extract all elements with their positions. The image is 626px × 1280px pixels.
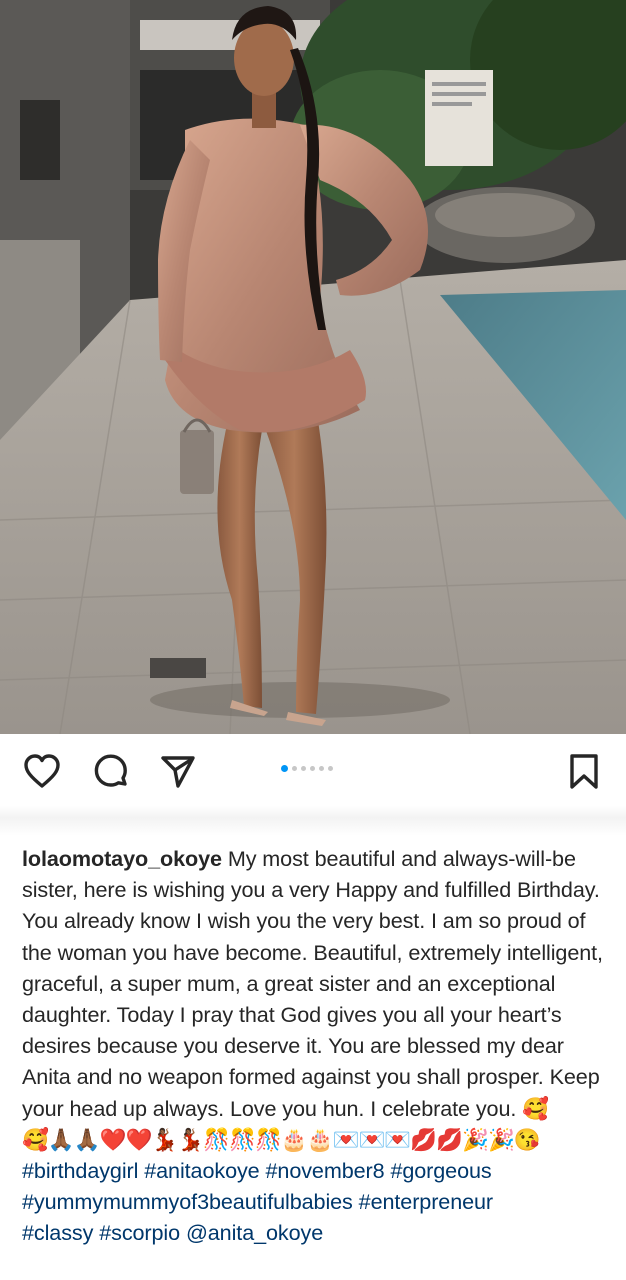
carousel-dot xyxy=(319,765,324,771)
caption-emoji-line: 🥰🙏🏾🙏🏾❤️❤️💃🏾💃🏾🎊🎊🎊🎂🎂💌💌💌💋💋🎉🎉😘 xyxy=(22,1126,541,1152)
heart-icon[interactable] xyxy=(22,752,62,792)
bookmark-icon[interactable] xyxy=(564,752,604,792)
comment-icon[interactable] xyxy=(91,752,131,792)
carousel-dot xyxy=(328,765,333,771)
post-photo[interactable] xyxy=(0,0,626,734)
mention-anita-okoye[interactable]: @anita_okoye xyxy=(186,1220,323,1245)
hashtag-scorpio[interactable]: #scorpio xyxy=(99,1220,180,1245)
carousel-dot xyxy=(310,765,315,771)
hashtag-anitaokoye[interactable]: #anitaokoye xyxy=(144,1158,259,1183)
caption-text: My most beautiful and always-will-be sis… xyxy=(22,846,603,1121)
post-photo-image xyxy=(0,0,626,734)
caption-username[interactable]: lolaomotayo_okoye xyxy=(22,846,222,871)
carousel-indicator xyxy=(281,763,333,773)
hashtag-enterpreneur[interactable]: #enterpreneur xyxy=(359,1189,493,1214)
hashtag-yummymummy[interactable]: #yummymummyof3beautifulbabies xyxy=(22,1189,353,1214)
carousel-dot-active xyxy=(281,764,288,772)
carousel-dot xyxy=(292,765,297,771)
send-icon[interactable] xyxy=(158,752,198,792)
hashtag-gorgeous[interactable]: #gorgeous xyxy=(390,1158,491,1183)
divider xyxy=(0,806,626,836)
hashtag-november8[interactable]: #november8 xyxy=(266,1158,385,1183)
hashtag-classy[interactable]: #classy xyxy=(22,1220,93,1245)
hashtag-birthdaygirl[interactable]: #birthdaygirl xyxy=(22,1158,138,1183)
post-caption: lolaomotayo_okoye My most beautiful and … xyxy=(22,843,610,1249)
carousel-dot xyxy=(301,765,306,771)
